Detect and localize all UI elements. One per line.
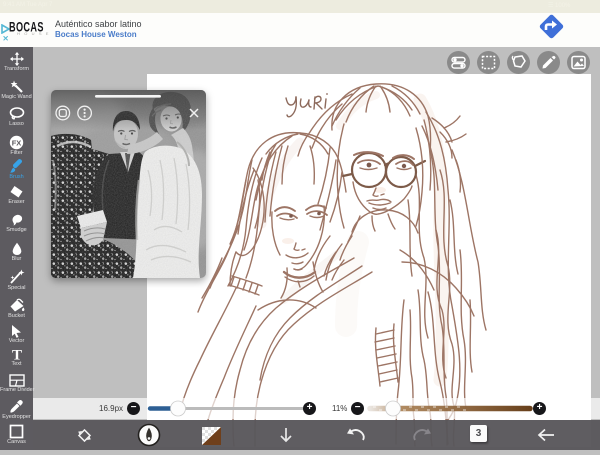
svg-text:FX: FX xyxy=(12,138,22,147)
svg-text:T: T xyxy=(11,348,21,362)
